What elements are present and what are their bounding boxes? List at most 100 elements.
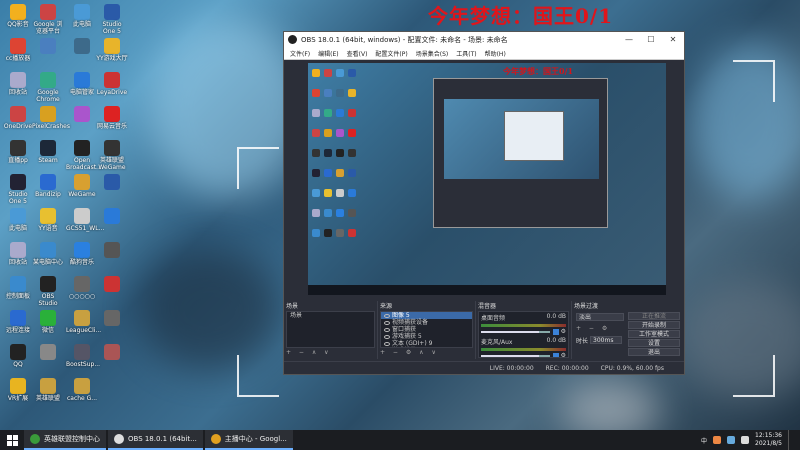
volume-slider[interactable] <box>481 330 550 333</box>
desktop-icon[interactable]: 电脑管家 <box>66 72 98 96</box>
desktop-icon[interactable]: QQ <box>2 344 34 368</box>
desktop-icon[interactable]: Bandizip <box>32 174 64 198</box>
desktop-icon[interactable]: YY语音 <box>32 208 64 232</box>
duration-input[interactable]: 300ms <box>590 336 622 344</box>
menu-scene-collection[interactable]: 场景集合(S) <box>412 49 453 58</box>
sources-list[interactable]: 图像 5视频捕获设备窗口捕获游戏捕获 5文本 (GDI+) 9游戏捕获 8游戏捕… <box>380 311 473 348</box>
control-button[interactable]: 设置 <box>628 339 680 347</box>
menu-profile[interactable]: 配置文件(P) <box>371 49 411 58</box>
desktop-icon[interactable]: VR扩展 <box>2 378 34 402</box>
desktop-icon[interactable] <box>96 208 128 225</box>
gear-icon[interactable]: ⚙ <box>561 328 566 335</box>
menu-view[interactable]: 查看(V) <box>343 49 372 58</box>
desktop-icon[interactable]: cc播放器 <box>2 38 34 62</box>
start-button[interactable] <box>0 430 24 450</box>
desktop-icon[interactable]: Google 浏览器平台 <box>32 4 64 35</box>
desktop-icon[interactable]: Steam <box>32 140 64 164</box>
mute-icon[interactable] <box>552 352 559 357</box>
desktop-icon[interactable]: ○○○○○ <box>66 276 98 300</box>
visibility-eye-icon[interactable] <box>384 334 390 339</box>
source-item[interactable]: 文本 (GDI+) 9 <box>381 340 472 347</box>
scenes-list[interactable]: 场景 <box>286 311 375 348</box>
maximize-button[interactable]: ☐ <box>640 35 662 44</box>
sources-toolbar[interactable]: + − ⚙ ∧ ∨ <box>380 348 473 358</box>
desktop-icon[interactable]: QQ影音 <box>2 4 34 28</box>
desktop-icon[interactable]: cache G... <box>66 378 98 402</box>
desktop-icon[interactable]: 直播pp <box>2 140 34 164</box>
desktop-icon[interactable]: LeyaDrive <box>96 72 128 96</box>
desktop-icon[interactable]: 控制面板 <box>2 276 34 300</box>
menu-help[interactable]: 帮助(H) <box>481 49 510 58</box>
taskbar-app-button[interactable]: 主播中心 - Googl... <box>204 430 293 450</box>
desktop-icon[interactable]: 此电脑 <box>66 4 98 28</box>
transition-select[interactable]: 淡出 <box>576 313 624 321</box>
close-button[interactable]: ✕ <box>662 35 684 44</box>
desktop-icon[interactable]: Studio One 5 <box>2 174 34 205</box>
desktop-icon[interactable]: 酷狗音乐 <box>66 242 98 266</box>
source-item[interactable]: 游戏捕获 5 <box>381 333 472 340</box>
desktop-icon[interactable]: 微信 <box>32 310 64 334</box>
gear-icon[interactable]: ⚙ <box>561 352 566 357</box>
menu-edit[interactable]: 编辑(E) <box>314 49 342 58</box>
control-button[interactable]: 退出 <box>628 348 680 356</box>
volume-slider[interactable] <box>481 354 550 357</box>
tray-app-icon[interactable] <box>713 436 722 444</box>
desktop-icon[interactable] <box>66 38 98 55</box>
mute-icon[interactable] <box>552 328 559 335</box>
desktop-icon[interactable] <box>96 242 128 259</box>
show-desktop-button[interactable] <box>788 430 792 450</box>
desktop-icon[interactable]: Open Broadcast... <box>66 140 102 171</box>
desktop-icon[interactable]: GCS51_WL... <box>66 208 104 232</box>
obs-titlebar[interactable]: OBS 18.0.1 (64bit, windows) - 配置文件: 未命名 … <box>284 32 684 47</box>
scenes-toolbar[interactable]: + − ∧ ∨ <box>286 348 375 358</box>
taskbar-app-button[interactable]: 英雄联盟控制中心 <box>24 430 106 450</box>
menu-file[interactable]: 文件(F) <box>286 49 314 58</box>
control-button[interactable]: 开始录制 <box>628 321 680 329</box>
desktop-icon[interactable]: Studio One 5 <box>96 4 128 35</box>
desktop-icon[interactable] <box>66 106 98 123</box>
desktop-icon[interactable]: PixelCrashes <box>32 106 70 130</box>
desktop-icon[interactable] <box>96 310 128 327</box>
desktop-icon[interactable] <box>96 344 128 361</box>
desktop-icon[interactable]: OBS Studio <box>32 276 64 307</box>
desktop-icon[interactable]: 此电脑 <box>2 208 34 232</box>
desktop-icon[interactable]: 英雄联盟WeGame <box>96 140 128 171</box>
desktop-icon[interactable]: 网易云音乐 <box>96 106 128 130</box>
source-item[interactable]: 视频捕获设备 <box>381 319 472 326</box>
minimize-button[interactable]: — <box>618 35 640 44</box>
source-item[interactable]: 图像 5 <box>381 312 472 319</box>
source-item[interactable]: 窗口捕获 <box>381 326 472 333</box>
desktop-icon[interactable] <box>32 344 64 361</box>
transition-buttons[interactable]: + − ⚙ <box>574 323 626 334</box>
menu-tools[interactable]: 工具(T) <box>452 49 480 58</box>
visibility-eye-icon[interactable] <box>384 320 390 325</box>
desktop-icon[interactable]: 英雄联盟 <box>32 378 64 402</box>
visibility-eye-icon[interactable] <box>384 313 390 318</box>
scene-item[interactable]: 场景 <box>287 312 374 319</box>
desktop-icon[interactable] <box>32 38 64 55</box>
obs-window[interactable]: OBS 18.0.1 (64bit, windows) - 配置文件: 未命名 … <box>283 31 685 375</box>
control-button[interactable]: 工作室模式 <box>628 330 680 338</box>
desktop-icon[interactable]: Google Chrome <box>32 72 64 103</box>
desktop-icon[interactable]: 某电脑中心 <box>32 242 64 266</box>
clock[interactable]: 12:15:36 2021/8/5 <box>755 432 782 448</box>
obs-preview[interactable]: 今年梦想：国王0/1 <box>308 63 666 295</box>
volume-icon[interactable] <box>741 436 750 444</box>
desktop-icon[interactable]: 回收站 <box>2 72 34 96</box>
desktop-icon[interactable]: 回收站 <box>2 242 34 266</box>
desktop-icon[interactable]: BoostSup... <box>66 344 100 368</box>
visibility-eye-icon[interactable] <box>384 327 390 332</box>
network-icon[interactable] <box>727 436 736 444</box>
taskbar-app-button[interactable]: OBS 18.0.1 (64bit... <box>108 430 203 450</box>
app-icon <box>74 276 90 292</box>
desktop-icon[interactable] <box>96 174 128 191</box>
control-button[interactable]: 正在推流 <box>628 312 680 320</box>
desktop-icon[interactable]: 远程连接 <box>2 310 34 334</box>
visibility-eye-icon[interactable] <box>384 341 390 346</box>
desktop-icon[interactable]: WeGame <box>66 174 98 198</box>
desktop-icon[interactable]: YY游戏大厅 <box>96 38 128 62</box>
desktop-icon[interactable] <box>96 276 128 293</box>
desktop-icon[interactable]: OneDrive <box>2 106 34 130</box>
desktop-icon[interactable]: LeagueCli... <box>66 310 101 334</box>
ime-indicator[interactable]: 中 <box>701 436 707 445</box>
